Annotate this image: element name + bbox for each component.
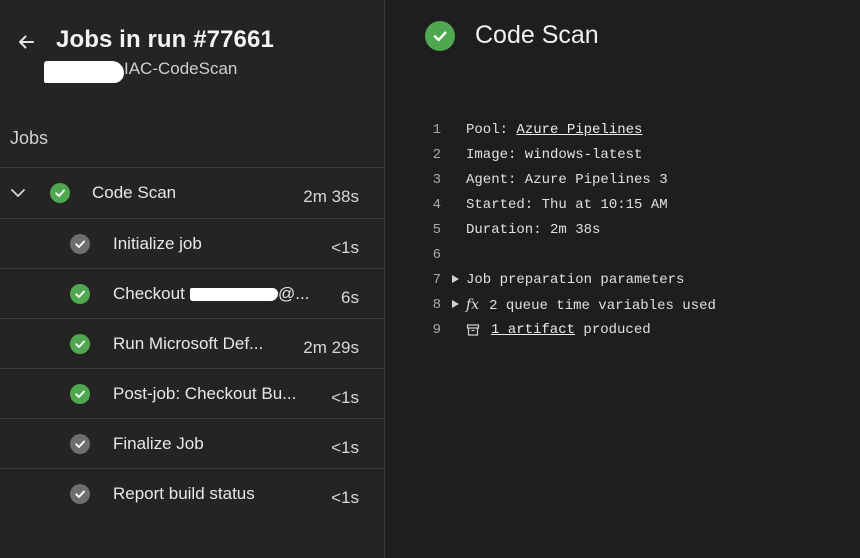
step-status-skipped-icon xyxy=(70,434,90,454)
step-name: Finalize Job xyxy=(113,434,204,453)
log-line: 2 Image: windows-latest xyxy=(385,143,860,168)
step-status-skipped-icon xyxy=(70,484,90,504)
log-text: 1 artifact produced xyxy=(491,322,651,338)
job-list: Code Scan 2m 38s Initialize job <1s Chec… xyxy=(0,167,384,518)
log-text: Image: windows-latest xyxy=(466,147,643,163)
job-detail-title: Code Scan xyxy=(475,21,599,49)
log-line: 9 1 artifact produced xyxy=(385,318,860,343)
step-name: Post-job: Checkout Bu... xyxy=(113,384,297,403)
check-icon xyxy=(55,189,65,197)
expand-triangle-icon[interactable] xyxy=(452,300,459,308)
log-text: Started: Thu at 10:15 AM xyxy=(466,197,668,213)
step-status-skipped-icon xyxy=(70,234,90,254)
expand-triangle-icon[interactable] xyxy=(452,275,459,283)
step-row-post-job-checkout[interactable]: Post-job: Checkout Bu... <1s xyxy=(0,368,384,418)
log-text: Agent: Azure Pipelines 3 xyxy=(466,172,668,188)
check-icon xyxy=(75,240,85,248)
step-duration: <1s xyxy=(331,488,359,507)
line-number: 8 xyxy=(432,297,441,313)
log-line: 3 Agent: Azure Pipelines 3 xyxy=(385,168,860,193)
job-duration: 2m 38s xyxy=(303,187,359,206)
page-title: Jobs in run #77661 xyxy=(56,26,274,53)
step-row-report-build-status[interactable]: Report build status <1s xyxy=(0,468,384,518)
check-icon xyxy=(75,290,85,298)
line-number: 2 xyxy=(432,147,441,163)
log-line-expandable[interactable]: 8 fx 2 queue time variables used xyxy=(385,293,860,318)
step-status-success-icon xyxy=(70,284,90,304)
jobs-section-label: Jobs xyxy=(10,128,49,148)
step-duration: <1s xyxy=(331,438,359,457)
job-name: Code Scan xyxy=(92,183,177,202)
step-name: Report build status xyxy=(113,484,255,503)
step-duration: 6s xyxy=(341,288,359,307)
check-icon xyxy=(75,340,85,348)
step-name-suffix: @... xyxy=(278,284,310,303)
pipeline-name-text: IAC-CodeScan xyxy=(124,59,238,78)
line-number: 5 xyxy=(432,222,441,238)
line-number: 3 xyxy=(432,172,441,188)
check-icon xyxy=(75,390,85,398)
check-icon xyxy=(433,31,447,42)
job-detail-panel: Code Scan 1 Pool: Azure Pipelines 2 Imag… xyxy=(385,0,860,558)
step-duration: 2m 29s xyxy=(303,338,359,357)
line-number: 4 xyxy=(432,197,441,213)
log-text: Pool: Azure Pipelines xyxy=(466,122,642,138)
job-status-success-icon xyxy=(50,183,70,203)
log-line: 4 Started: Thu at 10:15 AM xyxy=(385,193,860,218)
job-status-success-icon xyxy=(425,21,455,51)
log-line: 1 Pool: Azure Pipelines xyxy=(385,118,860,143)
line-number: 9 xyxy=(432,322,441,338)
step-name: Run Microsoft Def... xyxy=(113,334,264,353)
step-name: Checkout xyxy=(113,284,185,303)
line-number: 6 xyxy=(432,247,441,263)
step-duration: <1s xyxy=(331,388,359,407)
step-status-success-icon xyxy=(70,384,90,404)
check-icon xyxy=(75,440,85,448)
step-row-initialize-job[interactable]: Initialize job <1s xyxy=(0,218,384,268)
fx-icon: fx xyxy=(466,297,480,313)
line-number: 1 xyxy=(432,122,441,138)
back-arrow-icon xyxy=(19,35,34,49)
log-text: Duration: 2m 38s xyxy=(466,222,601,238)
log-text: Job preparation parameters xyxy=(466,272,685,288)
step-duration: <1s xyxy=(331,238,359,257)
log-line: 6 xyxy=(385,243,860,268)
back-button[interactable] xyxy=(14,30,38,54)
step-name: Initialize job xyxy=(113,234,202,253)
artifact-suffix: produced xyxy=(575,322,651,338)
variables-text: 2 queue time variables used xyxy=(489,298,716,314)
log-line-expandable[interactable]: 7 Job preparation parameters xyxy=(385,268,860,293)
log-prefix: Pool: xyxy=(466,122,517,138)
log-text: fx 2 queue time variables used xyxy=(466,297,716,314)
redaction-mark xyxy=(190,288,278,301)
log-line: 5 Duration: 2m 38s xyxy=(385,218,860,243)
step-row-checkout[interactable]: Checkout @... 6s xyxy=(0,268,384,318)
artifact-link[interactable]: 1 artifact xyxy=(491,322,575,338)
pool-link[interactable]: Azure Pipelines xyxy=(516,122,642,138)
step-status-success-icon xyxy=(70,334,90,354)
check-icon xyxy=(75,490,85,498)
step-row-run-microsoft-defender[interactable]: Run Microsoft Def... 2m 29s xyxy=(0,318,384,368)
line-number: 7 xyxy=(432,272,441,288)
redaction-mark xyxy=(44,61,124,83)
artifact-box-icon xyxy=(466,324,480,336)
jobs-sidebar: Jobs in run #77661 IAC-CodeScan Jobs Cod… xyxy=(0,0,385,558)
sidebar-header: Jobs in run #77661 IAC-CodeScan xyxy=(0,0,384,110)
log-output: 1 Pool: Azure Pipelines 2 Image: windows… xyxy=(385,118,860,343)
job-row-code-scan[interactable]: Code Scan 2m 38s xyxy=(0,167,384,218)
step-row-finalize-job[interactable]: Finalize Job <1s xyxy=(0,418,384,468)
chevron-down-icon[interactable] xyxy=(9,184,27,202)
